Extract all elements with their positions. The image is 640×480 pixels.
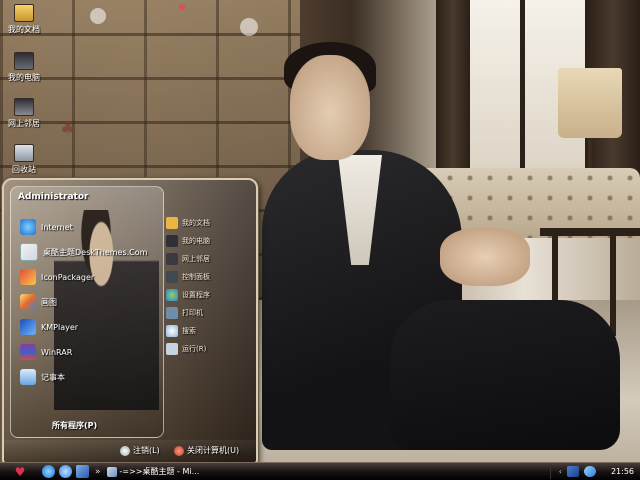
place-label: 控制面板 [182,273,210,281]
taskbar-window-label: -=>>桌酷主题 - Mi... [119,467,200,476]
desktop-icon-recycle-bin[interactable]: 回收站 [0,144,48,175]
printer-icon [166,307,178,319]
folder-icon [166,217,178,229]
place-label: 我的文档 [182,219,210,227]
program-label: IconPackager [41,272,95,282]
recycle-bin-icon [14,144,34,162]
place-label: 搜索 [182,327,196,335]
place-label: 打印机 [182,309,203,317]
program-label: Internet [41,222,73,232]
control-panel-icon [166,271,178,283]
desktop-icon-network[interactable]: 网上邻居 [0,98,48,129]
wallpaper-bubble [240,18,258,36]
wallpaper-person-hands [440,228,530,286]
desktop-icon-label: 我的电脑 [8,73,40,82]
place-my-documents[interactable]: 我的文档 [166,216,210,230]
network-icon [166,253,178,265]
quick-launch-chevron[interactable]: » [95,467,101,477]
wallpaper-table-leg [610,236,616,336]
place-run[interactable]: 运行(R) [166,342,206,356]
volume-icon[interactable] [566,466,579,477]
place-my-computer[interactable]: 我的电脑 [166,234,210,248]
network-icon [14,98,34,116]
program-label: KMPlayer [41,322,79,332]
place-label: 我的电脑 [182,237,210,245]
start-menu-user-name: Administrator [18,192,89,202]
wallpaper-lamp [558,68,622,138]
computer-icon [166,235,178,247]
wallpaper-person-legs [390,300,620,450]
network-status-icon[interactable] [583,466,596,477]
theme-icon [20,243,38,261]
start-button[interactable]: ♥ [2,464,38,479]
wallpaper-curtain-left [436,0,470,190]
program-iconpackager[interactable]: IconPackager [20,268,94,286]
taskbar: ♥ » -=>>桌酷主题 - Mi... ‹ 21:56 [0,462,640,480]
logoff-button[interactable]: 注销(L) [120,445,160,456]
iconpackager-icon [20,269,36,285]
kmplayer-icon [20,319,36,335]
wallpaper-window-frame [520,0,525,170]
place-label: 设置程序 [182,291,210,299]
place-control-panel[interactable]: 控制面板 [166,270,210,284]
program-winrar[interactable]: WinRAR [20,343,72,361]
program-internet-explorer[interactable]: Internet [20,218,73,236]
run-icon [166,343,178,355]
ie-secondary-icon[interactable] [59,465,72,478]
internet-explorer-icon[interactable] [42,465,55,478]
wallpaper-heart-icon: ♥ [178,4,187,14]
logoff-icon [120,445,130,456]
program-paint[interactable]: 画图 [20,293,57,311]
program-kmplayer[interactable]: KMPlayer [20,318,78,336]
tray-expand-icon[interactable]: ‹ [559,467,562,476]
winrar-icon [20,344,36,360]
program-label: WinRAR [41,347,73,357]
power-icon [174,445,184,456]
all-programs-button[interactable]: 所有程序(P) [52,420,97,431]
documents-folder-icon [14,4,34,22]
program-deskthemes[interactable]: 桌酷主题DeskThemes.Com [20,243,147,261]
taskbar-window-button[interactable]: -=>>桌酷主题 - Mi... [106,465,207,478]
programs-icon [166,289,178,301]
clock[interactable]: 21:56 [611,467,634,476]
computer-icon [14,52,34,70]
desktop-icon-label: 回收站 [12,165,36,174]
program-label: 桌酷主题DeskThemes.Com [43,247,148,257]
system-tray: ‹ 21:56 [549,464,640,479]
place-label: 网上邻居 [182,255,210,263]
shutdown-label: 关闭计算机(U) [187,446,240,455]
show-desktop-icon[interactable] [76,465,89,478]
start-menu-places-pane: 我的文档 我的电脑 网上邻居 控制面板 设置程序 打印机 搜索 运行(R) [164,210,254,410]
search-icon [166,325,178,337]
heart-start-icon: ♥ [14,464,26,479]
notepad-icon [20,369,36,385]
place-printers[interactable]: 打印机 [166,306,203,320]
start-menu: Administrator Internet 桌酷主题DeskThemes.Co… [2,178,258,464]
desktop-icon-label: 我的文档 [8,25,40,34]
internet-explorer-icon [20,219,36,235]
desktop-icon-my-documents[interactable]: 我的文档 [0,4,48,35]
shutdown-button[interactable]: 关闭计算机(U) [174,445,239,456]
wallpaper-graffiti: ♣ [60,118,77,139]
place-set-program-access[interactable]: 设置程序 [166,288,210,302]
paint-icon [20,294,36,310]
wallpaper-table [540,228,640,236]
desktop-icon-label: 网上邻居 [8,119,40,128]
place-network[interactable]: 网上邻居 [166,252,210,266]
start-menu-photo [54,210,159,410]
wallpaper-bubble [90,8,106,24]
desktop-icon-my-computer[interactable]: 我的电脑 [0,52,48,83]
window-app-icon [106,466,117,477]
place-search[interactable]: 搜索 [166,324,196,338]
program-notepad[interactable]: 记事本 [20,368,65,386]
wallpaper-person-face [290,55,370,160]
logoff-label: 注销(L) [133,446,160,455]
place-label: 运行(R) [182,345,207,353]
program-label: 画图 [41,297,57,307]
program-label: 记事本 [41,372,65,382]
